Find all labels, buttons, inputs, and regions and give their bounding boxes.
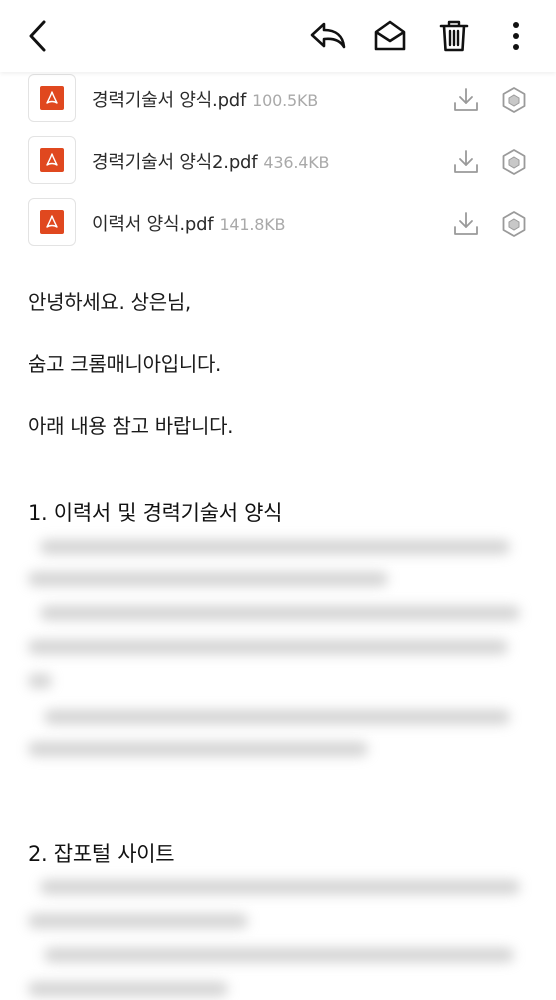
attachment-name: 경력기술서 양식.pdf 100.5KB (92, 90, 319, 111)
download-button[interactable] (452, 86, 480, 114)
download-icon (454, 88, 478, 111)
save-to-cloud-button[interactable] (500, 148, 528, 176)
chevron-left-icon (29, 20, 46, 52)
mark-read-button[interactable] (368, 14, 412, 58)
download-icon (454, 212, 478, 235)
attachment-item[interactable]: 경력기술서 양식.pdf 100.5KB (0, 66, 556, 128)
request-text: 아래 내용 참고 바랍니다. (28, 414, 234, 438)
pdf-file-icon (28, 74, 76, 122)
attachment-name: 이력서 양식.pdf 141.8KB (92, 214, 286, 235)
delete-button[interactable] (432, 14, 476, 58)
pdf-file-icon (28, 198, 76, 246)
section-heading-resume: 1. 이력서 및 경력기술서 양식 (28, 501, 283, 525)
more-button[interactable] (494, 14, 538, 58)
intro-text: 숨고 크롬매니아입니다. (28, 352, 222, 376)
cloud-save-icon (502, 211, 526, 237)
download-button[interactable] (452, 210, 480, 238)
attachment-size: 141.8KB (219, 215, 286, 234)
attachment-item[interactable]: 이력서 양식.pdf 141.8KB (0, 190, 556, 252)
envelope-open-icon (374, 20, 406, 51)
save-to-cloud-button[interactable] (500, 86, 528, 114)
cloud-save-icon (502, 149, 526, 175)
attachment-list: 경력기술서 양식.pdf 100.5KB 경력기술서 양식2.pdf 436.4… (0, 66, 556, 252)
reply-button[interactable] (306, 14, 350, 58)
pdf-file-icon (28, 136, 76, 184)
save-to-cloud-button[interactable] (500, 210, 528, 238)
back-button[interactable] (16, 14, 60, 58)
more-vertical-icon (513, 22, 519, 50)
attachment-size: 436.4KB (263, 153, 330, 172)
attachment-item[interactable]: 경력기술서 양식2.pdf 436.4KB (0, 128, 556, 190)
section-heading-job-portals: 2. 잡포털 사이트 (28, 842, 175, 866)
reply-icon (310, 22, 346, 49)
greeting-text: 안녕하세요. 상은님, (28, 290, 191, 314)
download-button[interactable] (452, 148, 480, 176)
top-toolbar (0, 0, 556, 72)
trash-icon (439, 20, 469, 52)
cloud-save-icon (502, 87, 526, 113)
attachment-size: 100.5KB (252, 91, 319, 110)
download-icon (454, 150, 478, 173)
attachment-name: 경력기술서 양식2.pdf 436.4KB (92, 152, 330, 173)
email-detail-screen: 경력기술서 양식.pdf 100.5KB 경력기술서 양식2.pdf 436.4… (0, 0, 556, 1000)
